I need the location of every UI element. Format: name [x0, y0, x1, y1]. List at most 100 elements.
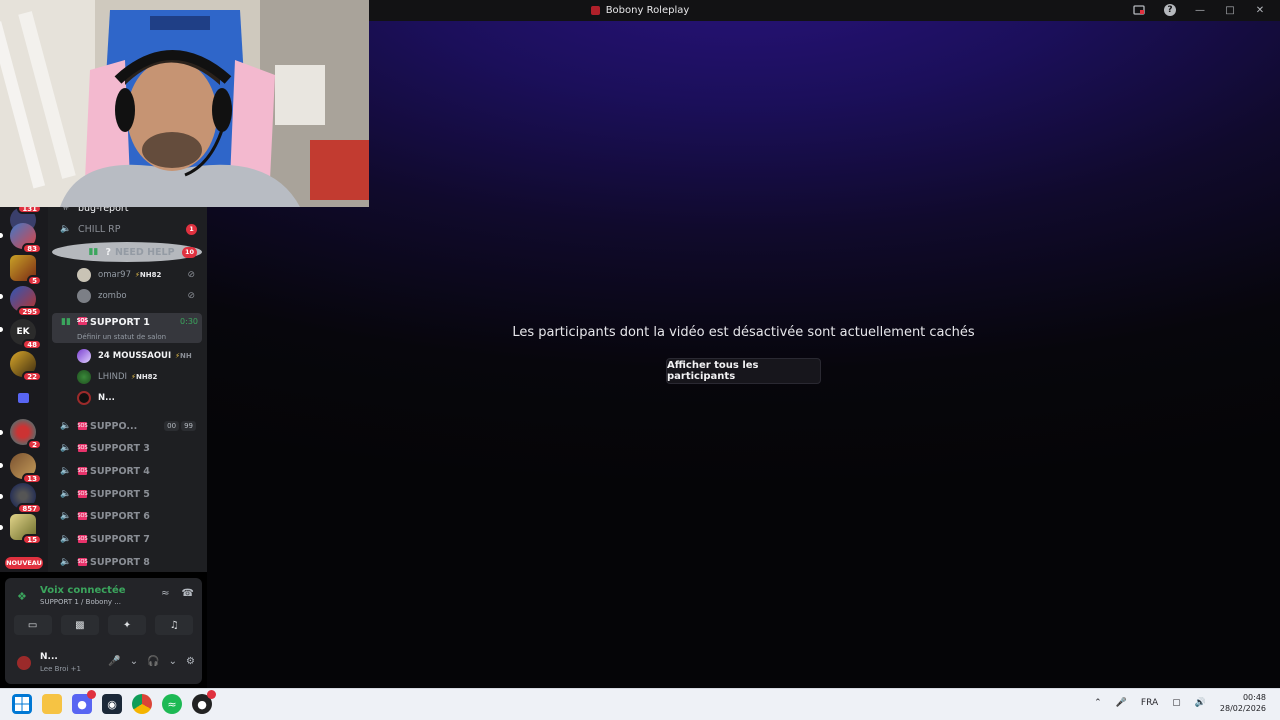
channel-need-help[interactable]: ▮▮ ? NEED HELP 10 — [52, 242, 202, 262]
unread-badge: 15 — [22, 534, 42, 545]
camera-off-button[interactable]: ▭ — [13, 615, 52, 635]
deafened-icon: ⊘ — [187, 270, 195, 280]
user-tag: NH82 — [135, 373, 158, 381]
server-icon[interactable]: EK 48 — [10, 319, 42, 350]
system-tray: ⌃ 🎤 FRA ▢ 🔊 00:48 28/02/2026 — [1094, 692, 1266, 714]
user-count: 00 — [164, 421, 180, 431]
unread-badge: 295 — [17, 306, 42, 317]
unread-pill — [0, 294, 3, 299]
folder-icon[interactable] — [18, 393, 29, 403]
voice-user[interactable]: 24 MOUSSAOUI ⚡NH — [77, 347, 201, 365]
minimize-button[interactable]: — — [1194, 4, 1206, 16]
clock-date: 28/02/2026 — [1219, 704, 1266, 713]
volume-icon[interactable]: 🔊 — [1195, 698, 1206, 708]
channel-support-7[interactable]: 🔈 SOS SUPPORT 7 — [52, 529, 202, 549]
channel-chill-rp[interactable]: 🔈 CHILL RP 1 — [52, 219, 202, 239]
noise-suppression-icon[interactable]: ≈ — [161, 588, 169, 599]
speaker-icon: 🔈 — [60, 224, 72, 234]
unread-badge: 83 — [22, 243, 42, 254]
voice-user[interactable]: zombo ⊘ — [77, 287, 201, 305]
maximize-button[interactable]: □ — [1224, 4, 1236, 16]
question-icon: ? — [105, 246, 111, 258]
close-button[interactable]: ✕ — [1254, 4, 1266, 16]
server-icon[interactable]: 15 — [10, 514, 42, 545]
server-icon[interactable]: 22 — [10, 351, 42, 382]
inbox-icon[interactable] — [1132, 3, 1146, 17]
clock[interactable]: 00:48 28/02/2026 — [1220, 692, 1266, 714]
chevron-down-icon[interactable]: ⌄ — [169, 656, 177, 667]
user-tag: NH — [180, 352, 192, 360]
channel-support-6[interactable]: 🔈 SOS SUPPORT 6 — [52, 506, 202, 526]
channel-support-5[interactable]: 🔈 SOS SUPPORT 5 — [52, 484, 202, 504]
channel-support-3[interactable]: 🔈 SOS SUPPORT 3 — [52, 438, 202, 458]
voice-button-row: ▭ ▩ ✦ ♫ — [5, 615, 202, 635]
file-explorer-icon[interactable] — [42, 694, 62, 714]
headphones-icon[interactable]: 🎧 — [147, 656, 159, 667]
voice-active-icon: ▮▮ — [61, 317, 71, 327]
voice-active-icon: ▮▮ — [88, 247, 99, 257]
soundboard-button[interactable]: ♫ — [155, 615, 194, 635]
spotify-icon[interactable]: ≈ — [162, 694, 182, 714]
sos-icon: SOS — [77, 422, 88, 430]
chevron-up-icon[interactable]: ⌃ — [1094, 698, 1102, 708]
voice-user[interactable]: omar97 ⚡NH82 ⊘ — [77, 266, 201, 284]
unread-badge: 5 — [27, 275, 42, 286]
new-servers-badge[interactable]: NOUVEAU — [5, 557, 43, 569]
chevron-down-icon[interactable]: ⌄ — [130, 656, 138, 667]
unread-badge: 48 — [22, 339, 42, 350]
now-playing: Lee Broi +1 — [40, 665, 81, 673]
speaker-icon: 🔈 — [60, 466, 72, 476]
call-timer: 0:30 — [180, 317, 198, 326]
avatar — [77, 391, 91, 405]
show-all-participants-button[interactable]: Afficher tous les participants — [666, 358, 821, 384]
channel-status-text[interactable]: Définir un statut de salon — [77, 333, 166, 341]
voice-user[interactable]: N... — [77, 389, 201, 407]
unread-badge: 857 — [17, 503, 42, 514]
microphone-icon[interactable]: 🎤 — [1116, 698, 1127, 708]
channel-support-8[interactable]: 🔈 SOS SUPPORT 8 — [52, 552, 202, 572]
unread-badge: 10 — [182, 246, 197, 258]
title-bar-controls: ? — □ ✕ — [1132, 3, 1266, 17]
user-limit: 00 99 — [164, 421, 196, 431]
taskbar-apps: ● ◉ ≈ ● — [12, 690, 216, 714]
server-icon[interactable]: 83 — [10, 223, 42, 254]
unread-pill — [0, 430, 3, 435]
sos-icon: SOS — [77, 558, 88, 566]
settings-icon[interactable]: ⚙ — [186, 656, 195, 667]
user-name: N... — [40, 652, 58, 662]
server-icon[interactable]: 2 — [10, 419, 42, 450]
voice-channel-link[interactable]: SUPPORT 1 / Bobony ... — [40, 598, 121, 606]
channel-support-4[interactable]: 🔈 SOS SUPPORT 4 — [52, 461, 202, 481]
voice-connection-panel: ❖ Voix connectée SUPPORT 1 / Bobony ... … — [5, 578, 202, 684]
language-indicator[interactable]: FRA — [1141, 698, 1158, 708]
notification-dot — [207, 690, 216, 699]
server-icon[interactable]: 295 — [10, 286, 42, 317]
signal-icon: ❖ — [17, 590, 27, 603]
server-icon[interactable]: 5 — [10, 255, 42, 286]
server-icon[interactable]: 13 — [10, 453, 42, 484]
channel-name: SUPPORT 8 — [90, 556, 150, 568]
user-controls: 🎤 ⌄ 🎧 ⌄ ⚙ — [108, 656, 195, 667]
microphone-icon[interactable]: 🎤 — [108, 656, 120, 667]
discord-icon[interactable]: ● — [72, 690, 96, 714]
start-icon[interactable] — [12, 694, 32, 714]
voice-actions: ≈ ☎ — [161, 588, 194, 599]
speaker-icon: 🔈 — [60, 534, 72, 544]
unread-badge: 1 — [186, 223, 197, 235]
activities-button[interactable]: ✦ — [108, 615, 147, 635]
chrome-icon[interactable] — [132, 694, 152, 714]
screen-share-button[interactable]: ▩ — [60, 615, 99, 635]
sos-icon: SOS — [77, 535, 88, 543]
channel-support-2[interactable]: 🔈 SOS SUPPO... 00 99 — [52, 416, 202, 436]
lightning-icon: ⚡NH — [175, 352, 192, 360]
voice-user[interactable]: LHINDI ⚡NH82 — [77, 368, 201, 386]
steam-icon[interactable]: ◉ — [102, 694, 122, 714]
network-icon[interactable]: ▢ — [1172, 698, 1181, 708]
sos-icon: SOS — [76, 317, 89, 325]
disconnect-icon[interactable]: ☎ — [182, 588, 194, 599]
sos-icon: SOS — [77, 467, 88, 475]
app-icon[interactable]: ● — [192, 690, 216, 714]
avatar[interactable] — [15, 654, 33, 672]
help-icon[interactable]: ? — [1164, 4, 1176, 16]
server-icon[interactable]: 857 — [10, 483, 42, 514]
